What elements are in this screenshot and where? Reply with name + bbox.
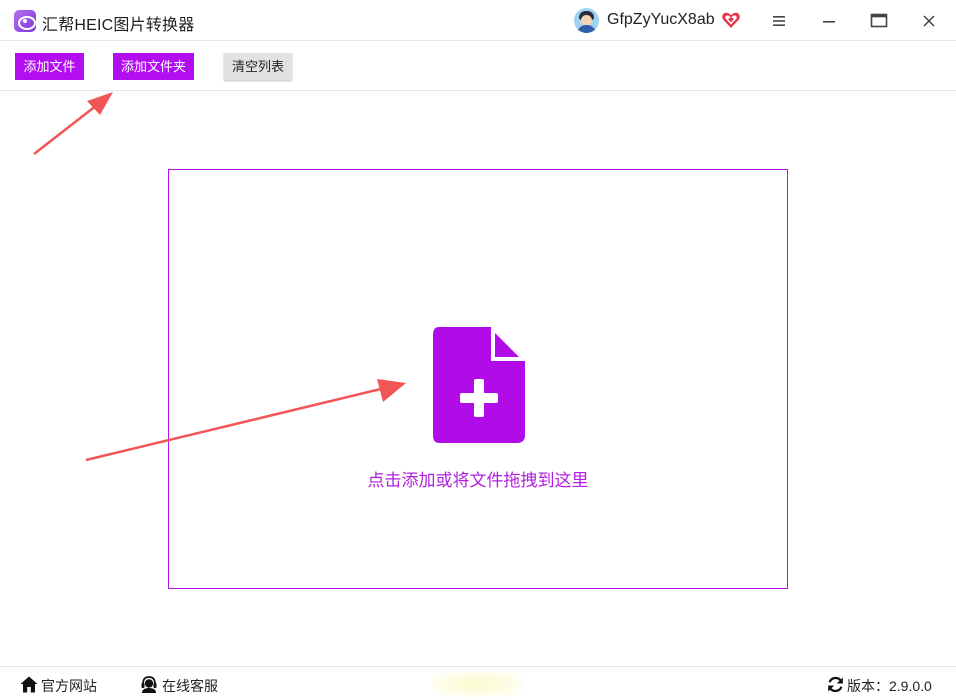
toolbar: 添加文件 添加文件夹 清空列表 [0, 41, 956, 91]
refresh-icon [828, 676, 843, 693]
minimize-icon[interactable] [816, 8, 842, 34]
close-icon[interactable] [916, 8, 942, 34]
add-folder-button[interactable]: 添加文件夹 [113, 53, 194, 80]
app-title: 汇帮HEIC图片转换器 [42, 17, 195, 34]
add-file-button[interactable]: 添加文件 [15, 53, 84, 80]
home-icon [20, 676, 38, 693]
username[interactable]: GfpZyYucX8ab [607, 11, 715, 29]
title-bar: 汇帮HEIC图片转换器 GfpZyYucX8ab [0, 0, 956, 41]
heart-badge-icon[interactable] [721, 10, 741, 30]
arrow-head-add-folder [87, 92, 113, 115]
file-plus-icon[interactable] [433, 327, 525, 443]
official-website-label: 官方网站 [41, 678, 97, 694]
customer-service-icon [141, 676, 157, 693]
file-drop-zone[interactable]: 点击添加或将文件拖拽到这里 [168, 169, 788, 589]
online-support-link[interactable]: 在线客服 [140, 675, 230, 695]
clear-list-button[interactable]: 清空列表 [224, 53, 292, 80]
app-logo-icon [14, 10, 36, 32]
version-label: 版本：2.9.0.0 [847, 678, 932, 694]
user-avatar[interactable] [574, 8, 599, 33]
maximize-icon[interactable] [866, 8, 892, 34]
online-support-label: 在线客服 [162, 678, 218, 694]
status-bar: 官方网站 在线客服 版本：2.9.0.0 [0, 666, 956, 700]
version-info[interactable]: 版本：2.9.0.0 [827, 675, 947, 695]
arrow-to-add-folder [33, 104, 98, 155]
drop-hint-text: 点击添加或将文件拖拽到这里 [367, 471, 589, 490]
status-glow [432, 671, 522, 697]
hamburger-menu-icon[interactable] [766, 8, 792, 34]
official-website-link[interactable]: 官方网站 [20, 675, 110, 695]
